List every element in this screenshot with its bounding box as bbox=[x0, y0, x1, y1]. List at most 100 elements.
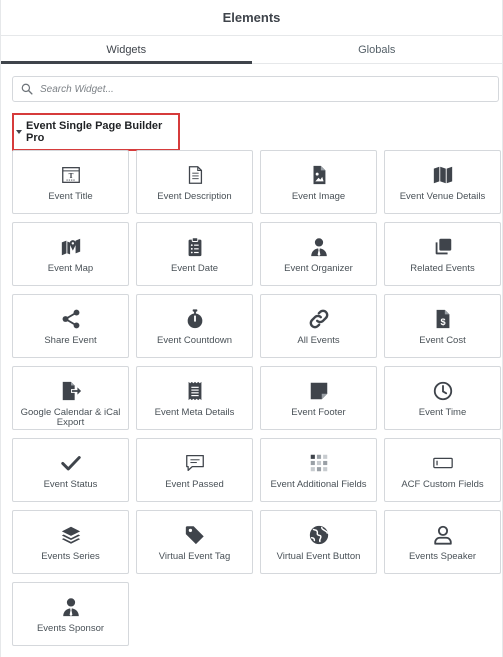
widget-label: Event Passed bbox=[165, 479, 224, 490]
widget-event-description[interactable]: Event Description bbox=[136, 150, 253, 214]
stopwatch-icon-graphic bbox=[187, 309, 202, 329]
panel-title: Elements bbox=[222, 10, 281, 25]
widget-virtual-event-tag[interactable]: Virtual Event Tag bbox=[136, 510, 253, 574]
widget-event-additional-fields[interactable]: Event Additional Fields bbox=[260, 438, 377, 502]
map-icon-graphic bbox=[433, 166, 452, 184]
widget-label: Event Additional Fields bbox=[270, 479, 367, 490]
tag-icon bbox=[183, 523, 207, 547]
widget-label: Event Date bbox=[171, 263, 218, 274]
widget-label: Events Sponsor bbox=[36, 623, 105, 634]
clone-icon bbox=[431, 235, 455, 259]
widget-event-meta-details[interactable]: Event Meta Details bbox=[136, 366, 253, 430]
document-icon-graphic bbox=[188, 166, 202, 184]
widget-related-events[interactable]: Related Events bbox=[384, 222, 501, 286]
widget-label: ACF Custom Fields bbox=[401, 479, 484, 490]
widget-label: Events Series bbox=[41, 551, 100, 562]
map-icon bbox=[431, 163, 455, 187]
title-icon-graphic: T bbox=[61, 167, 80, 183]
widget-event-time[interactable]: Event Time bbox=[384, 366, 501, 430]
widget-event-cost[interactable]: $ Event Cost bbox=[384, 294, 501, 358]
widget-label: Event Cost bbox=[419, 335, 466, 346]
link-icon-graphic bbox=[309, 309, 328, 329]
comment-icon-graphic bbox=[185, 455, 204, 471]
user-tie-icon-graphic bbox=[62, 598, 79, 617]
widget-label: Share Event bbox=[44, 335, 97, 346]
person-icon-graphic bbox=[433, 525, 452, 545]
sticky-note-icon-graphic bbox=[310, 382, 327, 400]
widget-event-image[interactable]: Event Image bbox=[260, 150, 377, 214]
search-icon bbox=[21, 83, 33, 95]
title-icon: T bbox=[59, 163, 83, 187]
caret-down-icon bbox=[16, 130, 22, 134]
user-tie-icon-graphic bbox=[310, 238, 327, 257]
grid-icon bbox=[307, 451, 331, 475]
tag-icon-graphic bbox=[185, 526, 204, 545]
widget-virtual-event-button[interactable]: Virtual Event Button bbox=[260, 510, 377, 574]
layers-icon bbox=[59, 523, 83, 547]
widget-events-series[interactable]: Events Series bbox=[12, 510, 129, 574]
image-file-icon-graphic bbox=[313, 165, 325, 185]
widget-label: All Events bbox=[297, 335, 340, 346]
image-file-icon bbox=[307, 163, 331, 187]
svg-text:T: T bbox=[68, 172, 73, 180]
widget-label: Related Events bbox=[410, 263, 475, 274]
check-icon bbox=[59, 451, 83, 475]
input-field-icon-graphic bbox=[432, 457, 453, 469]
widget-event-title[interactable]: T Event Title bbox=[12, 150, 129, 214]
svg-text:$: $ bbox=[440, 317, 445, 327]
layers-icon-graphic bbox=[61, 526, 80, 544]
widget-event-venue-details[interactable]: Event Venue Details bbox=[384, 150, 501, 214]
tab-globals[interactable]: Globals bbox=[252, 37, 503, 63]
widget-event-passed[interactable]: Event Passed bbox=[136, 438, 253, 502]
widget-label: Google Calendar & iCal Export bbox=[20, 407, 121, 428]
widget-label: Virtual Event Tag bbox=[158, 551, 231, 562]
sticky-note-icon bbox=[307, 379, 331, 403]
widget-label: Event Meta Details bbox=[154, 407, 235, 418]
clock-icon bbox=[431, 379, 455, 403]
widget-label: Event Time bbox=[418, 407, 467, 418]
tab-widgets[interactable]: Widgets bbox=[1, 37, 252, 64]
widget-event-map[interactable]: Event Map bbox=[12, 222, 129, 286]
stopwatch-icon bbox=[183, 307, 207, 331]
widget-label: Virtual Event Button bbox=[276, 551, 361, 562]
person-icon bbox=[431, 523, 455, 547]
widget-event-status[interactable]: Event Status bbox=[12, 438, 129, 502]
widget-events-sponsor[interactable]: Events Sponsor bbox=[12, 582, 129, 646]
widget-events-speaker[interactable]: Events Speaker bbox=[384, 510, 501, 574]
user-tie-icon bbox=[307, 235, 331, 259]
invoice-dollar-icon: $ bbox=[431, 307, 455, 331]
clock-icon-graphic bbox=[433, 381, 452, 401]
clipboard-list-icon-graphic bbox=[188, 237, 201, 257]
clipboard-list-icon bbox=[183, 235, 207, 259]
widget-google-calendar-and-ical-export[interactable]: Google Calendar & iCal Export bbox=[12, 366, 129, 430]
globe-icon bbox=[307, 523, 331, 547]
widget-all-events[interactable]: All Events bbox=[260, 294, 377, 358]
link-icon bbox=[307, 307, 331, 331]
widget-label: Event Organizer bbox=[284, 263, 353, 274]
search-box bbox=[12, 76, 499, 102]
widget-grid: T Event Title Event Description Event Image… bbox=[12, 150, 501, 646]
widget-event-footer[interactable]: Event Footer bbox=[260, 366, 377, 430]
widget-label: Events Speaker bbox=[408, 551, 477, 562]
widget-event-countdown[interactable]: Event Countdown bbox=[136, 294, 253, 358]
widget-acf-custom-fields[interactable]: ACF Custom Fields bbox=[384, 438, 501, 502]
elements-panel: Elements Widgets Globals Event Single Pa… bbox=[0, 0, 503, 657]
panel-header: Elements bbox=[1, 0, 502, 36]
widget-label: Event Image bbox=[291, 191, 346, 202]
map-marker-icon-graphic bbox=[61, 238, 80, 256]
check-icon-graphic bbox=[60, 456, 81, 471]
comment-icon bbox=[183, 451, 207, 475]
widget-event-date[interactable]: Event Date bbox=[136, 222, 253, 286]
widget-label: Event Venue Details bbox=[399, 191, 486, 202]
map-marker-icon bbox=[59, 235, 83, 259]
category-toggle[interactable]: Event Single Page Builder Pro bbox=[12, 113, 180, 151]
receipt-icon bbox=[183, 379, 207, 403]
widget-share-event[interactable]: Share Event bbox=[12, 294, 129, 358]
search-input[interactable] bbox=[40, 79, 498, 99]
widget-event-organizer[interactable]: Event Organizer bbox=[260, 222, 377, 286]
input-field-icon bbox=[431, 451, 455, 475]
tab-bar: Widgets Globals bbox=[1, 37, 502, 64]
widget-label: Event Footer bbox=[291, 407, 346, 418]
widget-label: Event Title bbox=[48, 191, 93, 202]
widget-label: Event Status bbox=[43, 479, 98, 490]
